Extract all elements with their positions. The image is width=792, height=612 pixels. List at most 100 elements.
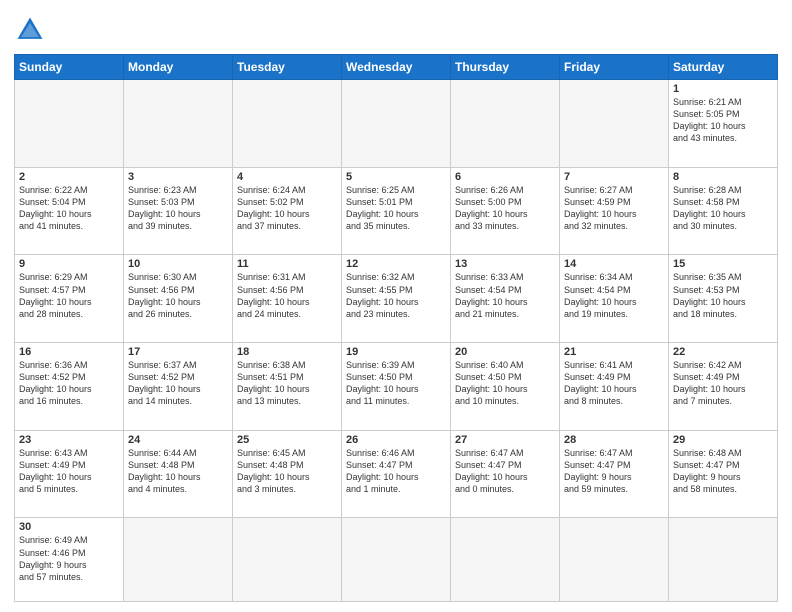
calendar-week-row: 2Sunrise: 6:22 AM Sunset: 5:04 PM Daylig… (15, 167, 778, 255)
day-number: 15 (673, 258, 773, 270)
day-info: Sunrise: 6:28 AM Sunset: 4:58 PM Dayligh… (673, 184, 773, 233)
calendar-cell: 30Sunrise: 6:49 AM Sunset: 4:46 PM Dayli… (15, 518, 124, 602)
day-info: Sunrise: 6:37 AM Sunset: 4:52 PM Dayligh… (128, 359, 228, 408)
calendar-cell: 1Sunrise: 6:21 AM Sunset: 5:05 PM Daylig… (669, 80, 778, 168)
calendar-cell (560, 80, 669, 168)
day-number: 8 (673, 171, 773, 183)
calendar-week-row: 16Sunrise: 6:36 AM Sunset: 4:52 PM Dayli… (15, 343, 778, 431)
calendar-cell (342, 518, 451, 602)
day-info: Sunrise: 6:24 AM Sunset: 5:02 PM Dayligh… (237, 184, 337, 233)
day-info: Sunrise: 6:39 AM Sunset: 4:50 PM Dayligh… (346, 359, 446, 408)
calendar-cell (669, 518, 778, 602)
day-number: 20 (455, 346, 555, 358)
day-info: Sunrise: 6:27 AM Sunset: 4:59 PM Dayligh… (564, 184, 664, 233)
day-info: Sunrise: 6:45 AM Sunset: 4:48 PM Dayligh… (237, 447, 337, 496)
calendar-cell: 20Sunrise: 6:40 AM Sunset: 4:50 PM Dayli… (451, 343, 560, 431)
page: SundayMondayTuesdayWednesdayThursdayFrid… (0, 0, 792, 612)
day-info: Sunrise: 6:36 AM Sunset: 4:52 PM Dayligh… (19, 359, 119, 408)
day-info: Sunrise: 6:46 AM Sunset: 4:47 PM Dayligh… (346, 447, 446, 496)
day-info: Sunrise: 6:38 AM Sunset: 4:51 PM Dayligh… (237, 359, 337, 408)
day-number: 1 (673, 83, 773, 95)
day-number: 10 (128, 258, 228, 270)
weekday-wednesday: Wednesday (342, 55, 451, 80)
calendar-cell (342, 80, 451, 168)
day-info: Sunrise: 6:48 AM Sunset: 4:47 PM Dayligh… (673, 447, 773, 496)
day-number: 7 (564, 171, 664, 183)
day-info: Sunrise: 6:31 AM Sunset: 4:56 PM Dayligh… (237, 271, 337, 320)
day-info: Sunrise: 6:35 AM Sunset: 4:53 PM Dayligh… (673, 271, 773, 320)
day-number: 6 (455, 171, 555, 183)
day-number: 9 (19, 258, 119, 270)
calendar-cell: 27Sunrise: 6:47 AM Sunset: 4:47 PM Dayli… (451, 430, 560, 518)
calendar-cell (233, 518, 342, 602)
calendar-cell: 25Sunrise: 6:45 AM Sunset: 4:48 PM Dayli… (233, 430, 342, 518)
day-info: Sunrise: 6:22 AM Sunset: 5:04 PM Dayligh… (19, 184, 119, 233)
calendar-cell: 26Sunrise: 6:46 AM Sunset: 4:47 PM Dayli… (342, 430, 451, 518)
calendar-cell: 9Sunrise: 6:29 AM Sunset: 4:57 PM Daylig… (15, 255, 124, 343)
day-number: 13 (455, 258, 555, 270)
logo (14, 14, 48, 46)
day-number: 11 (237, 258, 337, 270)
calendar-cell: 4Sunrise: 6:24 AM Sunset: 5:02 PM Daylig… (233, 167, 342, 255)
day-info: Sunrise: 6:44 AM Sunset: 4:48 PM Dayligh… (128, 447, 228, 496)
calendar-cell: 5Sunrise: 6:25 AM Sunset: 5:01 PM Daylig… (342, 167, 451, 255)
day-info: Sunrise: 6:43 AM Sunset: 4:49 PM Dayligh… (19, 447, 119, 496)
day-number: 3 (128, 171, 228, 183)
day-number: 26 (346, 434, 446, 446)
day-number: 28 (564, 434, 664, 446)
calendar-cell: 18Sunrise: 6:38 AM Sunset: 4:51 PM Dayli… (233, 343, 342, 431)
day-info: Sunrise: 6:21 AM Sunset: 5:05 PM Dayligh… (673, 96, 773, 145)
calendar-cell: 13Sunrise: 6:33 AM Sunset: 4:54 PM Dayli… (451, 255, 560, 343)
calendar-week-row: 30Sunrise: 6:49 AM Sunset: 4:46 PM Dayli… (15, 518, 778, 602)
weekday-tuesday: Tuesday (233, 55, 342, 80)
calendar-cell (451, 80, 560, 168)
day-info: Sunrise: 6:30 AM Sunset: 4:56 PM Dayligh… (128, 271, 228, 320)
weekday-monday: Monday (124, 55, 233, 80)
day-number: 27 (455, 434, 555, 446)
day-info: Sunrise: 6:47 AM Sunset: 4:47 PM Dayligh… (564, 447, 664, 496)
calendar-cell: 21Sunrise: 6:41 AM Sunset: 4:49 PM Dayli… (560, 343, 669, 431)
day-info: Sunrise: 6:32 AM Sunset: 4:55 PM Dayligh… (346, 271, 446, 320)
calendar-cell (451, 518, 560, 602)
logo-icon (14, 14, 46, 46)
calendar-cell: 3Sunrise: 6:23 AM Sunset: 5:03 PM Daylig… (124, 167, 233, 255)
day-info: Sunrise: 6:29 AM Sunset: 4:57 PM Dayligh… (19, 271, 119, 320)
calendar-cell: 22Sunrise: 6:42 AM Sunset: 4:49 PM Dayli… (669, 343, 778, 431)
calendar-cell: 10Sunrise: 6:30 AM Sunset: 4:56 PM Dayli… (124, 255, 233, 343)
calendar-cell: 17Sunrise: 6:37 AM Sunset: 4:52 PM Dayli… (124, 343, 233, 431)
day-number: 14 (564, 258, 664, 270)
day-number: 22 (673, 346, 773, 358)
day-info: Sunrise: 6:41 AM Sunset: 4:49 PM Dayligh… (564, 359, 664, 408)
day-number: 16 (19, 346, 119, 358)
header (14, 10, 778, 46)
day-info: Sunrise: 6:25 AM Sunset: 5:01 PM Dayligh… (346, 184, 446, 233)
calendar-week-row: 9Sunrise: 6:29 AM Sunset: 4:57 PM Daylig… (15, 255, 778, 343)
calendar-cell: 7Sunrise: 6:27 AM Sunset: 4:59 PM Daylig… (560, 167, 669, 255)
day-number: 4 (237, 171, 337, 183)
day-number: 12 (346, 258, 446, 270)
calendar-cell (124, 518, 233, 602)
day-info: Sunrise: 6:40 AM Sunset: 4:50 PM Dayligh… (455, 359, 555, 408)
day-number: 2 (19, 171, 119, 183)
day-number: 25 (237, 434, 337, 446)
day-info: Sunrise: 6:33 AM Sunset: 4:54 PM Dayligh… (455, 271, 555, 320)
calendar-cell: 12Sunrise: 6:32 AM Sunset: 4:55 PM Dayli… (342, 255, 451, 343)
calendar-cell: 15Sunrise: 6:35 AM Sunset: 4:53 PM Dayli… (669, 255, 778, 343)
day-number: 5 (346, 171, 446, 183)
day-info: Sunrise: 6:34 AM Sunset: 4:54 PM Dayligh… (564, 271, 664, 320)
calendar-cell: 28Sunrise: 6:47 AM Sunset: 4:47 PM Dayli… (560, 430, 669, 518)
calendar-cell (560, 518, 669, 602)
weekday-saturday: Saturday (669, 55, 778, 80)
day-number: 21 (564, 346, 664, 358)
calendar-cell: 6Sunrise: 6:26 AM Sunset: 5:00 PM Daylig… (451, 167, 560, 255)
day-number: 23 (19, 434, 119, 446)
calendar-week-row: 23Sunrise: 6:43 AM Sunset: 4:49 PM Dayli… (15, 430, 778, 518)
day-info: Sunrise: 6:47 AM Sunset: 4:47 PM Dayligh… (455, 447, 555, 496)
calendar-cell: 23Sunrise: 6:43 AM Sunset: 4:49 PM Dayli… (15, 430, 124, 518)
weekday-header-row: SundayMondayTuesdayWednesdayThursdayFrid… (15, 55, 778, 80)
day-info: Sunrise: 6:23 AM Sunset: 5:03 PM Dayligh… (128, 184, 228, 233)
calendar-week-row: 1Sunrise: 6:21 AM Sunset: 5:05 PM Daylig… (15, 80, 778, 168)
day-number: 24 (128, 434, 228, 446)
weekday-thursday: Thursday (451, 55, 560, 80)
calendar-cell: 14Sunrise: 6:34 AM Sunset: 4:54 PM Dayli… (560, 255, 669, 343)
